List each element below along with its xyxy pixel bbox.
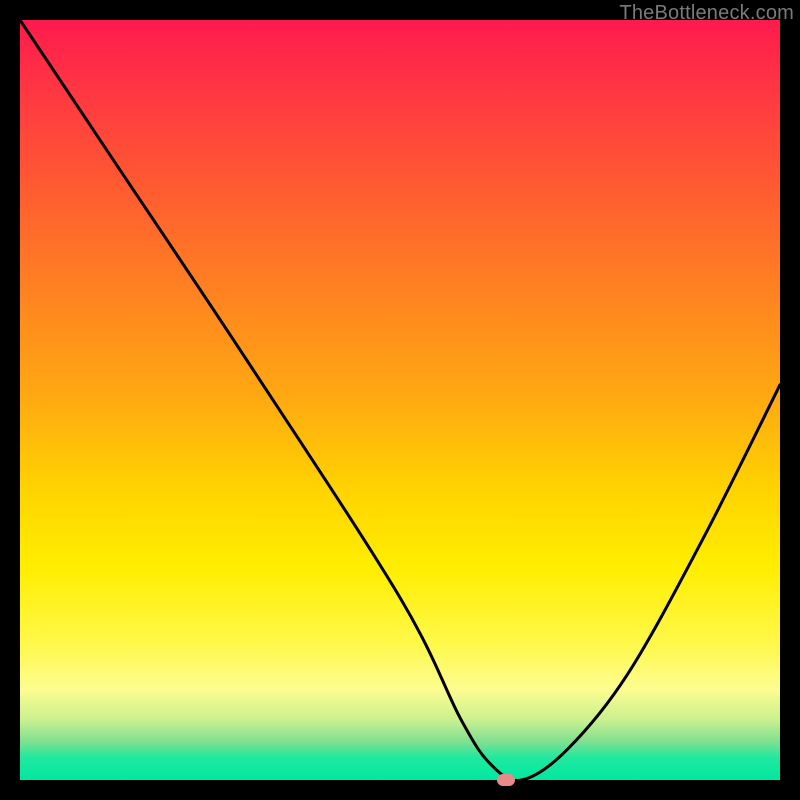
plot-area — [20, 20, 780, 780]
chart-container: TheBottleneck.com — [0, 0, 800, 800]
bottleneck-curve — [20, 20, 780, 780]
curve-svg — [20, 20, 780, 780]
optimal-marker — [497, 774, 515, 786]
